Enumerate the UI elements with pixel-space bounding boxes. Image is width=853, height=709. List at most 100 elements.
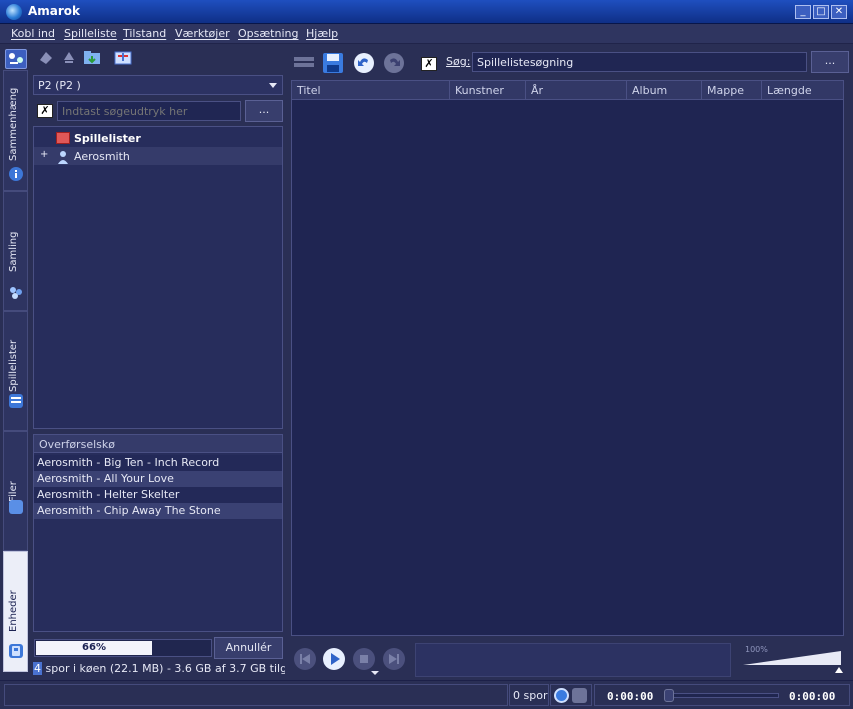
menu-settings[interactable]: Opsætning — [238, 27, 298, 40]
previous-icon[interactable] — [294, 648, 316, 670]
menu-tools[interactable]: Værktøjer — [175, 27, 230, 40]
transfer-icon[interactable] — [82, 48, 102, 68]
clear-playlist-search-icon[interactable]: ✗ — [421, 57, 437, 71]
time-remaining: 0:00:00 — [789, 690, 836, 703]
clear-search-icon[interactable]: ✗ — [37, 104, 53, 118]
next-icon[interactable] — [383, 648, 405, 670]
minimize-button[interactable]: _ — [795, 5, 811, 19]
transfer-queue: Overførselskø Aerosmith - Big Ten - Inch… — [33, 434, 283, 632]
maximize-button[interactable]: □ — [813, 5, 829, 19]
playlist-folder-icon — [56, 132, 70, 144]
repeat-icon[interactable] — [554, 688, 569, 703]
connect-device-icon[interactable] — [36, 48, 56, 68]
folder-icon — [9, 500, 23, 514]
cancel-transfer-button[interactable]: Annullér — [214, 637, 283, 659]
column-year[interactable]: År — [526, 81, 627, 100]
track-count: 0 spor — [513, 689, 548, 702]
playlist-header: Titel Kunstner År Album Mappe Længde — [292, 81, 843, 100]
device-tree: Spillelister + Aerosmith — [33, 126, 283, 429]
playlist-search-options-button[interactable]: ... — [811, 51, 849, 73]
undo-icon[interactable] — [353, 52, 375, 74]
column-title[interactable]: Titel — [292, 81, 450, 100]
tab-files[interactable]: Filer — [3, 431, 28, 551]
device-select[interactable]: P2 (P2 ) — [33, 75, 283, 95]
transfer-progress: 66% — [34, 639, 212, 657]
analyzer — [415, 643, 731, 677]
track-count-cell: 0 spor — [509, 684, 549, 706]
play-icon[interactable] — [323, 648, 345, 670]
queue-item[interactable]: Aerosmith - Chip Away The Stone — [34, 503, 282, 519]
column-album[interactable]: Album — [627, 81, 702, 100]
device-search-input[interactable] — [62, 104, 236, 118]
queue-item[interactable]: Aerosmith - Helter Skelter — [34, 487, 282, 503]
title-bar: Amarok _ □ ✕ — [0, 0, 853, 24]
device-search-field — [57, 101, 241, 121]
stop-icon[interactable] — [353, 648, 375, 670]
sidebar-toggle-icon[interactable] — [5, 49, 27, 69]
sidebar-tabs: Sammenhæng Samling Spillelister Filer En… — [3, 70, 28, 672]
seek-handle[interactable] — [664, 689, 674, 702]
amarok-logo-icon — [6, 4, 22, 20]
clear-playlist-icon[interactable] — [293, 52, 315, 74]
tab-collection[interactable]: Samling — [3, 191, 28, 311]
queue-item[interactable]: Aerosmith - Big Ten - Inch Record — [34, 455, 282, 471]
queue-count: 4 — [33, 662, 42, 675]
time-cell: 0:00:00 0:00:00 — [594, 684, 850, 706]
queue-item[interactable]: Aerosmith - All Your Love — [34, 471, 282, 487]
device-toolbar — [32, 48, 286, 72]
queue-status: 4 spor i køen (22.1 MB) - 3.6 GB af 3.7 … — [33, 662, 285, 677]
menu-bar: Kobl ind Spilleliste Tilstand Værktøjer … — [0, 24, 853, 44]
mode-indicators — [550, 684, 592, 706]
playlist-search-input[interactable] — [477, 55, 802, 69]
playlist-search-field — [472, 52, 807, 72]
playlist-view[interactable]: Titel Kunstner År Album Mappe Længde — [291, 80, 844, 636]
tree-item-label: Spillelister — [74, 132, 141, 145]
seek-slider[interactable] — [664, 689, 779, 702]
status-bar: 0 spor 0:00:00 0:00:00 — [0, 680, 853, 709]
redo-icon[interactable] — [383, 52, 405, 74]
chevron-down-icon — [269, 83, 277, 88]
menu-help[interactable]: Hjælp — [306, 27, 338, 40]
volume-slider[interactable]: 100% — [743, 643, 843, 675]
queue-status-text: spor i køen (22.1 MB) - 3.6 GB af 3.7 GB… — [45, 662, 285, 675]
tab-context-label: Sammenhæng — [8, 87, 19, 161]
close-button[interactable]: ✕ — [831, 5, 847, 19]
tree-item-aerosmith[interactable]: + Aerosmith — [34, 147, 282, 165]
progress-label: 66% — [82, 642, 106, 653]
column-artist[interactable]: Kunstner — [450, 81, 526, 100]
collection-icon — [9, 286, 23, 300]
tree-item-label: Aerosmith — [74, 150, 130, 163]
tab-devices-label: Enheder — [8, 590, 19, 632]
queue-header: Overførselskø — [34, 435, 282, 453]
column-folder[interactable]: Mappe — [702, 81, 762, 100]
device-config-icon[interactable] — [113, 48, 133, 68]
player-controls: 100% — [291, 640, 851, 678]
time-elapsed: 0:00:00 — [607, 690, 654, 703]
tab-context[interactable]: Sammenhæng — [3, 70, 28, 191]
playlists-icon — [9, 394, 23, 408]
random-icon[interactable] — [572, 688, 587, 703]
artist-icon — [56, 150, 70, 164]
expand-icon[interactable]: + — [40, 150, 50, 160]
tab-collection-label: Samling — [8, 231, 19, 272]
menu-mode[interactable]: Tilstand — [123, 27, 166, 40]
tab-playlists-label: Spillelister — [8, 339, 19, 392]
menu-connect[interactable]: Kobl ind — [11, 27, 55, 40]
tab-files-label: Filer — [8, 481, 19, 502]
save-icon[interactable] — [322, 52, 344, 74]
device-icon — [9, 644, 23, 658]
window-title: Amarok — [28, 4, 81, 18]
device-search-options-button[interactable]: ... — [245, 100, 283, 122]
search-label: Søg: — [446, 55, 471, 68]
menu-playlist[interactable]: Spilleliste — [64, 27, 117, 40]
status-message — [4, 684, 508, 706]
disconnect-device-icon[interactable] — [59, 48, 79, 68]
device-select-value: P2 (P2 ) — [38, 79, 81, 92]
info-icon — [9, 167, 23, 181]
queue-header-label: Overførselskø — [39, 438, 115, 451]
tab-devices[interactable]: Enheder — [3, 551, 28, 672]
tab-playlists[interactable]: Spillelister — [3, 311, 28, 431]
stop-menu-chevron-icon[interactable] — [371, 671, 379, 675]
tree-item-playlists[interactable]: Spillelister — [34, 129, 282, 147]
column-length[interactable]: Længde — [762, 81, 843, 100]
